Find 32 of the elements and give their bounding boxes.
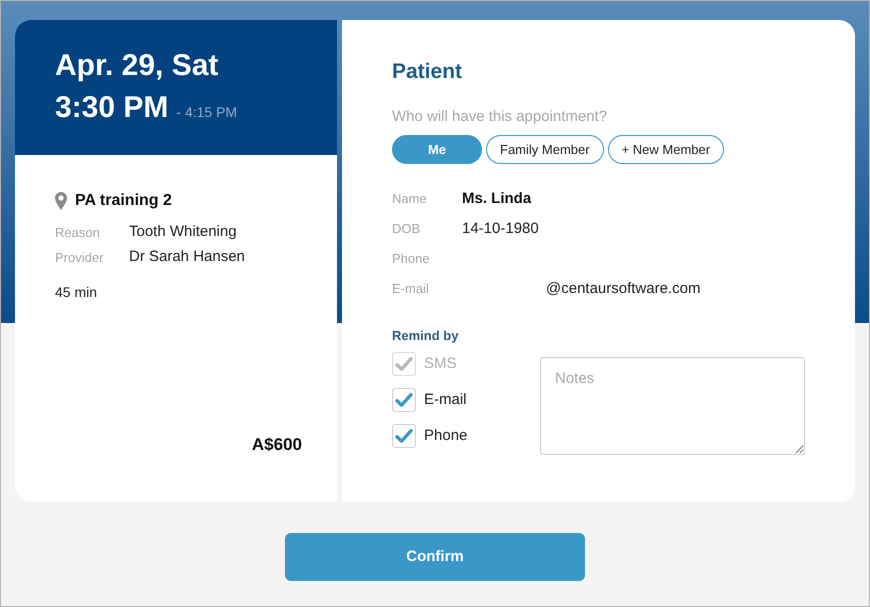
checkmark-icon xyxy=(395,393,413,407)
field-label: DOB xyxy=(392,220,422,238)
end-time: - 4:15 PM xyxy=(176,103,238,122)
checkmark-icon xyxy=(395,357,413,371)
field-value: Ms. Linda xyxy=(462,188,532,209)
checkbox[interactable] xyxy=(392,388,416,412)
detail-label: Reason xyxy=(55,224,101,242)
location-pin-icon xyxy=(55,192,67,210)
checkbox-label: E-mail xyxy=(424,390,467,410)
detail-value: Tooth Whitening xyxy=(129,222,237,242)
appointment-date: Apr. 29, Sat xyxy=(55,48,218,84)
field-label: E-mail xyxy=(392,280,430,298)
detail-label: Provider xyxy=(55,248,104,267)
detail-value: Dr Sarah Hansen xyxy=(129,247,245,268)
start-time: 3:30 PM xyxy=(55,90,168,126)
field-label: Name xyxy=(392,190,428,208)
checkbox-label: Phone xyxy=(424,426,468,446)
notes-field[interactable]: Notes xyxy=(540,357,805,455)
duration: 45 min xyxy=(55,283,98,302)
location-name: PA training 2 xyxy=(75,191,172,211)
patient-choice-button[interactable]: + New Member xyxy=(608,135,724,164)
field-value: @centaursoftware.com xyxy=(546,278,700,299)
patient-choice-button[interactable]: Family Member xyxy=(486,135,604,164)
checkbox-label: SMS xyxy=(424,354,457,374)
checkbox[interactable] xyxy=(392,424,416,448)
appointment-question: Who will have this appointment? xyxy=(392,107,608,127)
remind-by-label: Remind by xyxy=(392,327,458,345)
patient-title: Patient xyxy=(392,59,462,85)
price: A$600 xyxy=(252,434,302,456)
field-value: 14-10-1980 xyxy=(462,218,539,239)
checkmark-icon xyxy=(395,429,413,443)
field-label: Phone xyxy=(392,250,431,268)
